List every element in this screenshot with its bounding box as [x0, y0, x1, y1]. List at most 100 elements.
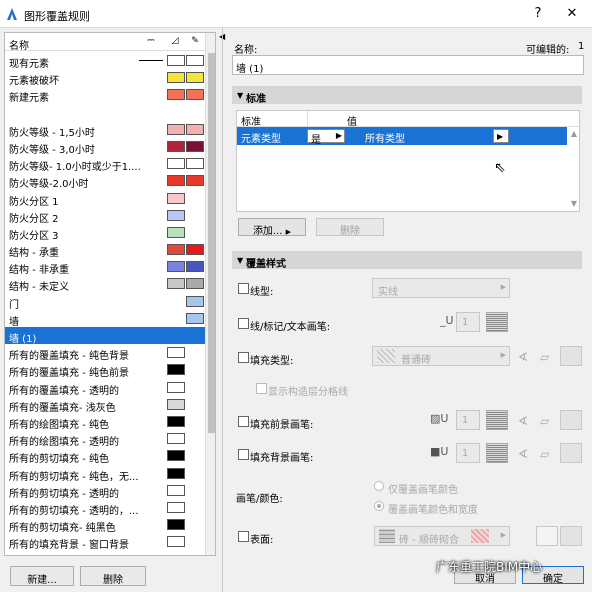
criteria-section-header[interactable]: ▼ 标准: [232, 86, 582, 105]
list-item[interactable]: 新建元素: [5, 86, 205, 104]
list-item[interactable]: 所有的填充背景 - 窗口背景: [5, 533, 205, 551]
list-item[interactable]: 所有的剪切填充 - 透明的: [5, 482, 205, 500]
list-item-label: 所有的覆盖填充 - 纯色背景: [9, 351, 129, 363]
fill-bg-swatch[interactable]: [486, 443, 508, 463]
pen-color-label: 画笔/颜色:: [236, 494, 283, 505]
show-layers-label: 显示构造层分格线: [268, 387, 348, 398]
fill-fg-checkbox[interactable]: [238, 416, 249, 427]
surface-options-button[interactable]: [560, 526, 582, 546]
line-sample: [139, 60, 163, 61]
list-item[interactable]: 元素被破坏: [5, 69, 205, 87]
list-item[interactable]: 所有的绘图填充 - 透明的: [5, 430, 205, 449]
fill-swatch: [167, 226, 185, 238]
fill-fg-pen-icon: ▨U: [430, 412, 449, 425]
rule-name-input[interactable]: 墙 (1): [232, 55, 584, 75]
surface-label: 表面:: [250, 535, 274, 546]
fill-options-button[interactable]: [560, 346, 582, 366]
list-item-label: 所有的剪切填充 - 纯色，无...: [9, 471, 139, 483]
list-item[interactable]: 所有的剪切填充- 纯黑色: [5, 516, 205, 534]
scroll-up-icon[interactable]: ▲: [571, 129, 577, 138]
list-item[interactable]: 现有元素: [5, 52, 205, 70]
list-item[interactable]: 结构 - 承重: [5, 241, 205, 259]
list-item[interactable]: 结构 - 非承重: [5, 258, 205, 276]
list-item[interactable]: 防火等级 - 1,5小时: [5, 121, 205, 139]
fill-swatch: [167, 484, 185, 496]
rule-list: 现有元素 元素被破坏 新建元素防火等级 - 1,5小时 防火等级 - 3,0小时 防火等…: [5, 52, 205, 555]
fill-fg-angle-icon[interactable]: ∢: [518, 414, 528, 428]
list-separator: [5, 104, 205, 121]
editable-value: 1: [578, 41, 585, 52]
fill-swatch: [167, 433, 185, 445]
fill-bg-number-input[interactable]: 1: [456, 443, 480, 463]
list-item[interactable]: 防火分区 2: [5, 207, 205, 225]
fill-type-checkbox[interactable]: [238, 352, 249, 363]
pen-swatch: [186, 175, 204, 187]
fill-swatch: [167, 123, 185, 135]
list-item-label: 墙 (1): [9, 334, 37, 345]
list-item-label: 所有的覆盖填充- 浅灰色: [9, 402, 116, 414]
new-rule-button[interactable]: 新建...: [10, 566, 74, 586]
list-item[interactable]: 墙 (1): [5, 327, 205, 345]
list-item-label: 所有的绘图填充 - 透明的: [9, 437, 119, 449]
list-item[interactable]: 所有的剪切填充 - 纯色，无...: [5, 465, 205, 483]
list-scrollbar[interactable]: [205, 33, 215, 555]
radio-pen-color-width[interactable]: [374, 501, 384, 511]
fill-bg-orient-icon[interactable]: ▱: [540, 447, 549, 461]
line-type-checkbox[interactable]: [238, 283, 249, 294]
radio-pen-color-only[interactable]: [374, 481, 384, 491]
show-layers-checkbox[interactable]: [256, 383, 267, 394]
pen-swatch: [186, 140, 204, 152]
list-item[interactable]: 所有的填充背景 - 透明的: [5, 550, 205, 555]
fill-fg-orient-icon[interactable]: ▱: [540, 414, 549, 428]
pen-checkbox[interactable]: [238, 318, 249, 329]
value-dropdown[interactable]: ▶: [493, 129, 509, 143]
list-item[interactable]: 墙: [5, 310, 205, 328]
list-item[interactable]: 所有的绘图填充 - 纯色: [5, 413, 205, 431]
delete-criteria-button[interactable]: 删除: [316, 218, 384, 237]
add-criteria-button[interactable]: 添加... ▶: [238, 218, 306, 237]
operator-dropdown[interactable]: 是 ▶: [307, 129, 345, 146]
fill-angle-icon[interactable]: ∢: [518, 350, 528, 364]
fill-fg-swatch[interactable]: [486, 410, 508, 430]
fill-swatch: [167, 158, 185, 170]
list-item[interactable]: 防火等级 - 3,0小时: [5, 138, 205, 156]
pen-number-input[interactable]: 1: [456, 312, 480, 332]
criteria-row[interactable]: 元素类型 是 ▶ 所有类型 ▶: [237, 127, 567, 146]
delete-rule-button[interactable]: 删除: [80, 566, 146, 586]
surface-select[interactable]: 砖 - 顺砖砌合 ▶: [374, 526, 510, 546]
surface-checkbox[interactable]: [238, 531, 249, 542]
list-item[interactable]: 防火分区 3: [5, 224, 205, 242]
fill-bg-angle-icon[interactable]: ∢: [518, 447, 528, 461]
line-type-select[interactable]: 实线 ▶: [372, 278, 510, 298]
list-item[interactable]: 防火分区 1: [5, 190, 205, 208]
fill-swatch: [167, 536, 185, 548]
surface-browse-button[interactable]: [536, 526, 558, 546]
list-item[interactable]: 所有的剪切填充 - 透明的，...: [5, 499, 205, 517]
list-item[interactable]: 防火等级-2.0小时: [5, 172, 205, 190]
close-button[interactable]: ✕: [562, 6, 582, 21]
panel-divider[interactable]: [222, 28, 223, 592]
list-item[interactable]: 防火等级- 1.0小时或少于1....: [5, 155, 205, 173]
fill-fg-label: 填充前景画笔:: [250, 420, 314, 431]
pen-swatch: [186, 312, 204, 324]
pen-swatch[interactable]: [486, 312, 508, 332]
list-item[interactable]: 所有的剪切填充 - 纯色: [5, 447, 205, 465]
list-item[interactable]: 所有的覆盖填充 - 透明的: [5, 379, 205, 397]
list-item[interactable]: 结构 - 未定义: [5, 275, 205, 293]
list-item[interactable]: 所有的覆盖填充 - 纯色前景: [5, 361, 205, 379]
style-section-header[interactable]: ▼ 覆盖样式: [232, 251, 582, 270]
fill-bg-options-button[interactable]: [560, 443, 582, 463]
scroll-down-icon[interactable]: ▼: [571, 199, 577, 208]
fill-orient-icon[interactable]: ▱: [540, 350, 549, 364]
fill-bg-checkbox[interactable]: [238, 449, 249, 460]
list-item[interactable]: 所有的覆盖填充 - 纯色背景: [5, 344, 205, 363]
criteria-row-value: 所有类型: [365, 134, 405, 145]
list-item[interactable]: 所有的覆盖填充- 浅灰色: [5, 396, 205, 414]
list-item[interactable]: 门: [5, 293, 205, 311]
fill-type-select[interactable]: 普通砖 ▶: [372, 346, 510, 366]
pen-swatch: [186, 72, 204, 84]
fill-fg-number-input[interactable]: 1: [456, 410, 480, 430]
fill-fg-options-button[interactable]: [560, 410, 582, 430]
help-button[interactable]: ?: [528, 6, 548, 21]
list-scroll-thumb[interactable]: [208, 53, 215, 433]
